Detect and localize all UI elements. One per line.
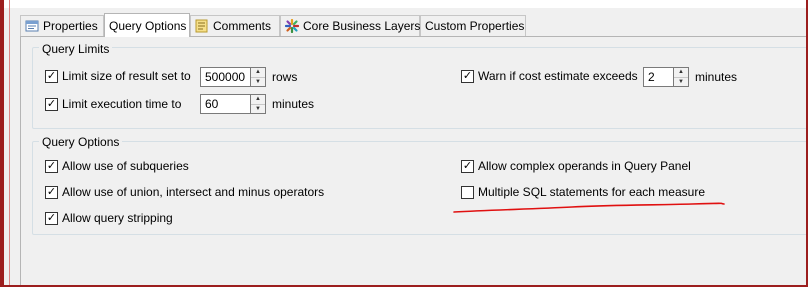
window-frame-left (0, 0, 4, 287)
limit-time-option[interactable]: ✓ Limit execution time to (45, 97, 181, 111)
limit-size-checkbox[interactable]: ✓ (45, 69, 58, 83)
multiple-sql-checkbox[interactable] (461, 185, 474, 199)
warn-cost-input[interactable] (643, 67, 674, 87)
business-layer-icon (284, 18, 300, 34)
tab-comments[interactable]: Comments (190, 15, 280, 36)
tab-label: Properties (43, 19, 98, 33)
limit-time-label: Limit execution time to (62, 97, 182, 111)
limit-time-checkbox[interactable]: ✓ (45, 97, 58, 111)
stripping-label: Allow query stripping (62, 211, 173, 225)
limit-size-input[interactable] (200, 67, 251, 87)
complex-operands-label: Allow complex operands in Query Panel (478, 159, 691, 173)
query-limits-title: Query Limits (39, 42, 113, 56)
limit-size-label: Limit size of result set to (62, 69, 191, 83)
tab-label: Query Options (109, 18, 187, 33)
spin-down-icon[interactable]: ▼ (251, 105, 265, 114)
warn-cost-checkbox[interactable]: ✓ (461, 69, 474, 83)
limit-time-unit: minutes (272, 97, 315, 111)
warn-cost-stepper[interactable]: ▲ ▼ (674, 67, 689, 87)
query-limits-group (32, 47, 808, 129)
limit-time-input[interactable] (200, 94, 251, 114)
union-option[interactable]: ✓ Allow use of union, intersect and minu… (45, 185, 324, 199)
warn-cost-unit: minutes (695, 70, 738, 84)
multiple-sql-option[interactable]: Multiple SQL statements for each measure (461, 185, 705, 199)
spin-up-icon[interactable]: ▲ (251, 68, 265, 78)
spin-up-icon[interactable]: ▲ (674, 68, 688, 78)
spin-down-icon[interactable]: ▼ (674, 78, 688, 87)
properties-icon (25, 19, 39, 33)
union-checkbox[interactable]: ✓ (45, 185, 58, 199)
complex-operands-option[interactable]: ✓ Allow complex operands in Query Panel (461, 159, 691, 173)
limit-size-unit: rows (272, 70, 298, 84)
union-label: Allow use of union, intersect and minus … (62, 185, 325, 199)
red-underline-annotation (453, 202, 725, 213)
tab-label: Custom Properties (425, 19, 525, 33)
query-options-panel: Query Limits ✓ Limit size of result set … (20, 36, 808, 287)
stripping-checkbox[interactable]: ✓ (45, 211, 58, 225)
limit-time-stepper[interactable]: ▲ ▼ (251, 94, 266, 114)
stripping-option[interactable]: ✓ Allow query stripping (45, 211, 173, 225)
tab-label: Core Business Layers (303, 19, 421, 33)
subqueries-label: Allow use of subqueries (62, 159, 189, 173)
limit-size-spinner[interactable]: ▲ ▼ (200, 67, 266, 87)
limit-size-stepper[interactable]: ▲ ▼ (251, 67, 266, 87)
tab-query-options[interactable]: Query Options (104, 13, 190, 37)
limit-size-option[interactable]: ✓ Limit size of result set to (45, 69, 191, 83)
tab-core-business-layers[interactable]: Core Business Layers (280, 15, 420, 36)
comments-icon (195, 19, 209, 33)
multiple-sql-label: Multiple SQL statements for each measure (478, 185, 705, 199)
window-frame-inner-line (9, 0, 10, 287)
tab-bar: Properties Query Options Comments Core B… (20, 13, 806, 37)
complex-operands-checkbox[interactable]: ✓ (461, 159, 474, 173)
subqueries-option[interactable]: ✓ Allow use of subqueries (45, 159, 189, 173)
subqueries-checkbox[interactable]: ✓ (45, 159, 58, 173)
window-top-strip (0, 0, 808, 8)
query-options-title: Query Options (39, 135, 123, 149)
warn-cost-option[interactable]: ✓ Warn if cost estimate exceeds (461, 69, 638, 83)
tab-properties[interactable]: Properties (20, 15, 104, 36)
tab-label: Comments (213, 19, 272, 33)
warn-cost-spinner[interactable]: ▲ ▼ (643, 67, 689, 87)
spin-up-icon[interactable]: ▲ (251, 95, 265, 105)
warn-cost-label: Warn if cost estimate exceeds (478, 69, 638, 83)
tab-custom-properties[interactable]: Custom Properties (420, 15, 526, 36)
spin-down-icon[interactable]: ▼ (251, 78, 265, 87)
limit-time-spinner[interactable]: ▲ ▼ (200, 94, 266, 114)
